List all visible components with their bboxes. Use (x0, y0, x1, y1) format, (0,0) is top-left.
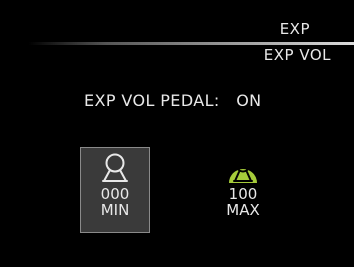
knob-value: 100 (228, 185, 258, 203)
knob-label: MIN (100, 201, 130, 219)
parameter-value[interactable]: ON (236, 91, 261, 110)
person-icon (229, 157, 257, 183)
page-title: EXP VOL (263, 46, 331, 64)
knob-value: 000 (100, 185, 130, 203)
parameter-row[interactable]: EXP VOL PEDAL: ON (84, 91, 262, 110)
person-icon (102, 153, 128, 182)
header-divider (0, 42, 354, 45)
knob-min[interactable]: 000 MIN (80, 150, 150, 218)
parameter-name: EXP VOL PEDAL: (84, 91, 220, 110)
knob-max[interactable]: 100 MAX (208, 150, 278, 218)
knob-label: MAX (226, 201, 260, 219)
category-title: EXP (279, 20, 310, 38)
